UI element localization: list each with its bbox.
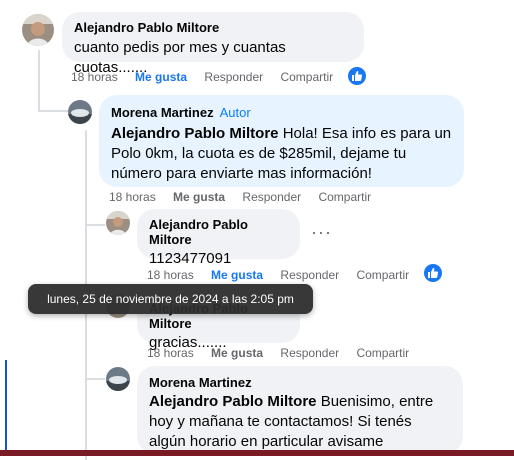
comment-author[interactable]: Alejandro Pablo Miltore — [149, 217, 288, 247]
comment-bubble: Alejandro Pablo Miltore 1123477091 — [137, 209, 300, 267]
avatar[interactable] — [106, 367, 130, 391]
comment-bubble: Alejandro Pablo Miltore cuanto pedis por… — [62, 12, 364, 76]
reply-button[interactable]: Responder — [280, 268, 339, 282]
comment-actions: 18 horas Me gusta Responder Compartir — [147, 346, 423, 360]
comment-time[interactable]: 18 horas — [147, 268, 194, 282]
thread-line — [85, 224, 105, 226]
reply-button[interactable]: Responder — [204, 70, 263, 84]
comment-author[interactable]: Morena Martinez — [111, 105, 214, 120]
avatar[interactable] — [22, 14, 54, 46]
comment-text: Alejandro Pablo Miltore Buenisimo, entre… — [149, 392, 451, 452]
avatar[interactable] — [106, 211, 130, 235]
status-bar — [0, 450, 514, 456]
share-button[interactable]: Compartir — [280, 70, 333, 84]
thumbs-up-icon[interactable] — [424, 264, 442, 282]
comment-author[interactable]: Alejandro Pablo Miltore — [74, 20, 352, 35]
share-button[interactable]: Compartir — [356, 268, 409, 282]
reply-button[interactable]: Responder — [280, 346, 339, 360]
author-badge: Autor — [219, 105, 251, 120]
thread-line — [85, 378, 105, 380]
thread-line — [38, 50, 40, 112]
thread-curve — [38, 110, 68, 112]
comment-author[interactable]: Morena Martinez — [149, 375, 451, 390]
mention-link[interactable]: Alejandro Pablo Miltore — [111, 125, 279, 142]
comment-text: Alejandro Pablo Miltore Hola! Esa info e… — [111, 124, 452, 184]
more-options-icon[interactable]: ··· — [311, 222, 332, 243]
comment-bubble: Morena Martinez Alejandro Pablo Miltore … — [137, 366, 463, 454]
like-button[interactable]: Me gusta — [135, 70, 187, 84]
comment-actions: 18 horas Me gusta Responder Compartir — [71, 70, 347, 84]
comment-actions: 18 horas Me gusta Responder Compartir — [109, 190, 385, 204]
share-button[interactable]: Compartir — [356, 346, 409, 360]
comment-bubble: Morena Martinez Autor Alejandro Pablo Mil… — [99, 95, 464, 187]
share-button[interactable]: Compartir — [318, 190, 371, 204]
comment-time[interactable]: 18 horas — [109, 190, 156, 204]
like-button[interactable]: Me gusta — [173, 190, 225, 204]
scroll-indicator — [5, 360, 7, 456]
reply-button[interactable]: Responder — [242, 190, 301, 204]
comment-time[interactable]: 18 horas — [147, 346, 194, 360]
timestamp-tooltip: lunes, 25 de noviembre de 2024 a las 2:0… — [28, 284, 313, 314]
comment-time[interactable]: 18 horas — [71, 70, 118, 84]
mention-link[interactable]: Alejandro Pablo Miltore — [149, 393, 317, 410]
avatar[interactable] — [68, 100, 92, 124]
like-button[interactable]: Me gusta — [211, 346, 263, 360]
thumbs-up-icon[interactable] — [348, 67, 366, 85]
comment-actions: 18 horas Me gusta Responder Compartir — [147, 268, 423, 282]
like-button[interactable]: Me gusta — [211, 268, 263, 282]
comment-text: 1123477091 — [149, 250, 232, 267]
